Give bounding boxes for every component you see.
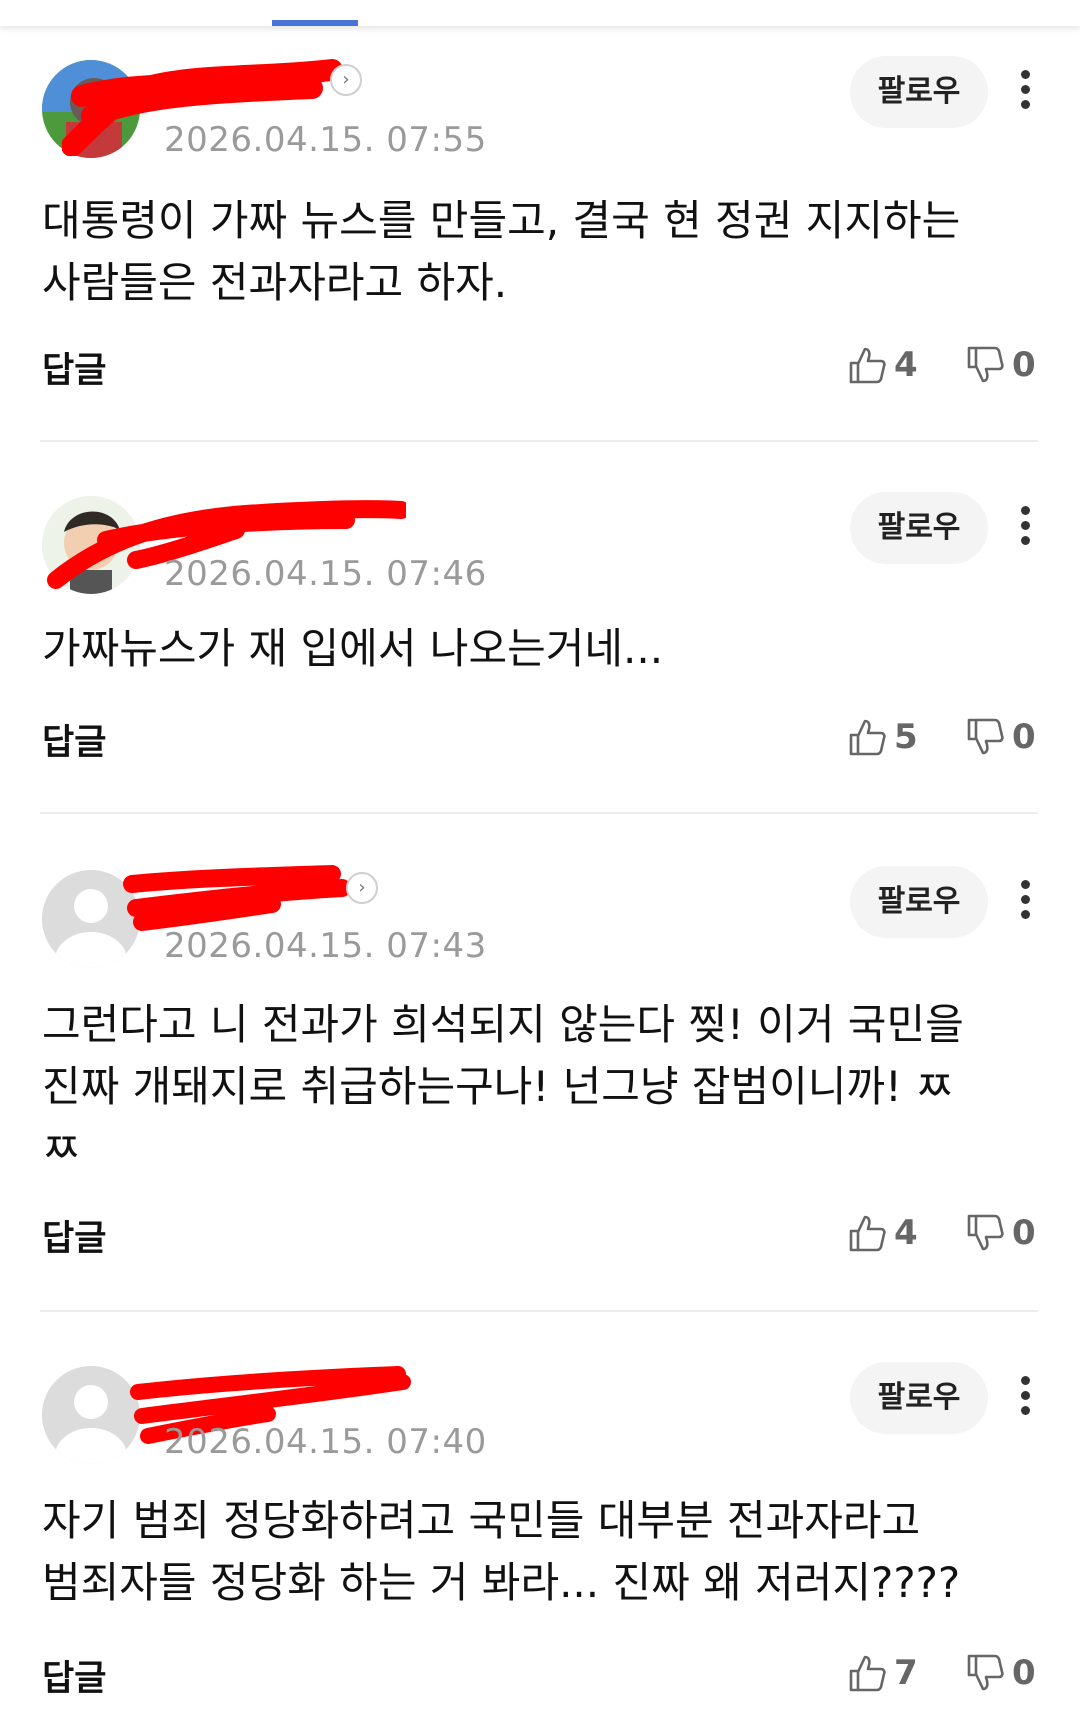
more-vertical-icon[interactable]: [1010, 500, 1040, 560]
more-vertical-icon[interactable]: [1010, 1370, 1040, 1430]
default-person-avatar-icon[interactable]: [42, 1366, 140, 1464]
thumbs-up-icon: [848, 1653, 886, 1693]
like-count: 7: [894, 1653, 918, 1693]
like-count: 4: [894, 1213, 918, 1253]
thumbs-down-icon: [966, 1213, 1004, 1253]
comment-timestamp: 2026.04.15. 07:55: [164, 120, 487, 160]
comment-divider: [40, 812, 1038, 814]
thumbs-down-icon: [966, 1653, 1004, 1693]
follow-button[interactable]: 팔로우: [850, 492, 988, 564]
reply-button[interactable]: 답글: [42, 1210, 106, 1261]
comment-timestamp: 2026.04.15. 07:40: [164, 1422, 487, 1462]
thumbs-up-icon: [848, 1213, 886, 1253]
like-button[interactable]: 7: [848, 1648, 918, 1698]
thumbs-down-icon: [966, 717, 1004, 757]
comment-timestamp: 2026.04.15. 07:46: [164, 554, 487, 594]
dislike-button[interactable]: 0: [966, 1648, 1036, 1698]
dislike-button[interactable]: 0: [966, 1208, 1036, 1258]
dislike-count: 0: [1012, 717, 1036, 757]
thumbs-up-icon: [848, 345, 886, 385]
chevron-right-icon[interactable]: ›: [346, 872, 378, 904]
comment-divider: [40, 1310, 1038, 1312]
comment-text: 가짜뉴스가 재 입에서 나오는거네...: [42, 624, 664, 673]
like-button[interactable]: 4: [848, 340, 918, 390]
comment-text: 대통령이 가짜 뉴스를 만들고, 결국 현 정권 지지하는 사람들은 전과자라고…: [42, 196, 961, 307]
chevron-right-icon[interactable]: ›: [330, 64, 362, 96]
dislike-button[interactable]: 0: [966, 340, 1036, 390]
dislike-count: 0: [1012, 1653, 1036, 1693]
reply-button[interactable]: 답글: [42, 342, 106, 393]
follow-button[interactable]: 팔로우: [850, 56, 988, 128]
comment-divider: [40, 440, 1038, 442]
follow-button[interactable]: 팔로우: [850, 866, 988, 938]
like-button[interactable]: 4: [848, 1208, 918, 1258]
like-button[interactable]: 5: [848, 712, 918, 762]
redacted-nickname: [123, 865, 351, 931]
comment-timestamp: 2026.04.15. 07:43: [164, 926, 487, 966]
active-tab-indicator: [272, 20, 358, 26]
more-vertical-icon[interactable]: [1010, 874, 1040, 934]
like-count: 4: [894, 345, 918, 385]
thumbs-up-icon: [848, 717, 886, 757]
reply-button[interactable]: 답글: [42, 714, 106, 765]
comment-text: 그런다고 니 전과가 희석되지 않는다 찢! 이거 국민을 진짜 개돼지로 취급…: [42, 1000, 964, 1173]
follow-button[interactable]: 팔로우: [850, 1362, 988, 1434]
comment-text: 자기 범죄 정당화하려고 국민들 대부분 전과자라고 범죄자들 정당화 하는 거…: [42, 1496, 961, 1607]
dislike-count: 0: [1012, 1213, 1036, 1253]
like-count: 5: [894, 717, 918, 757]
dislike-count: 0: [1012, 345, 1036, 385]
thumbs-down-icon: [966, 345, 1004, 385]
top-tab-bar: [0, 0, 1080, 26]
reply-button[interactable]: 답글: [42, 1650, 106, 1701]
dislike-button[interactable]: 0: [966, 712, 1036, 762]
more-vertical-icon[interactable]: [1010, 64, 1040, 124]
